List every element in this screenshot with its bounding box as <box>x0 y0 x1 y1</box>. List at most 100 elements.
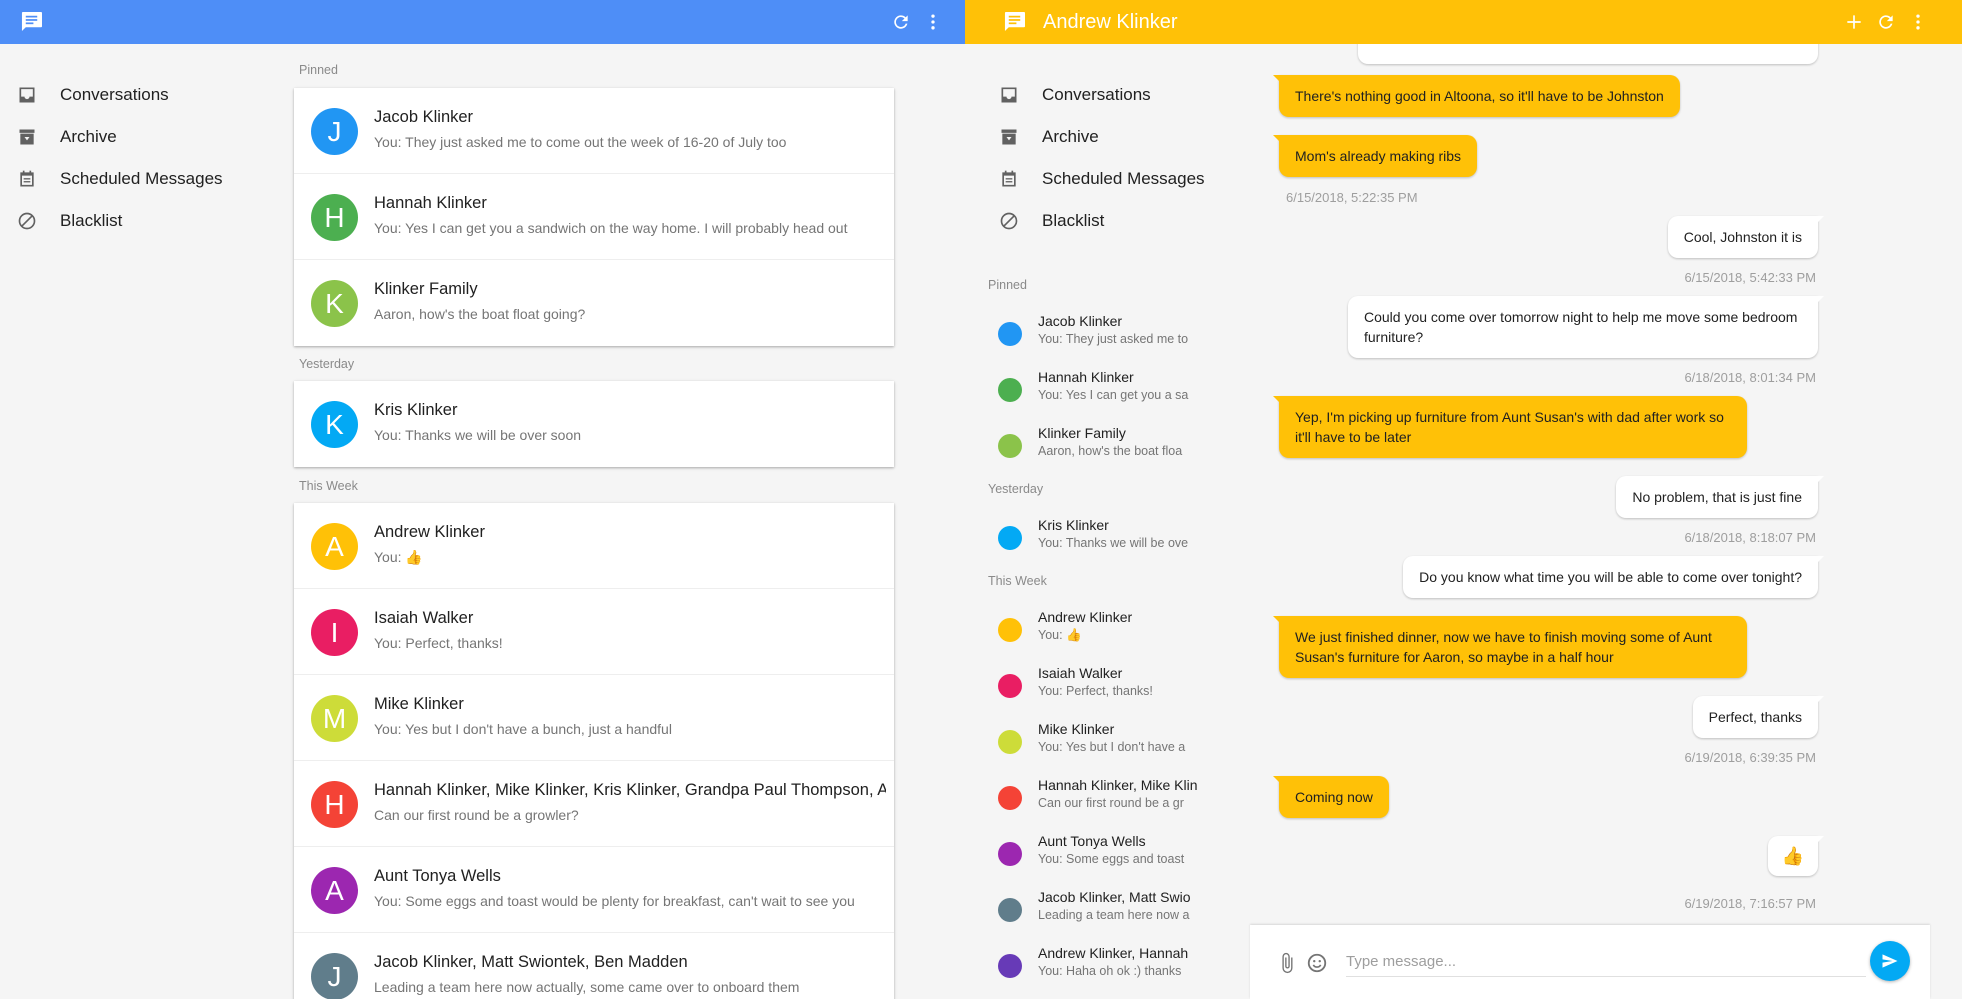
conversation-snippet: Leading a team here now actually, some c… <box>374 979 800 995</box>
conversation-name: Klinker Family <box>374 280 478 298</box>
message-outgoing: 👍 <box>1767 836 1825 876</box>
conversation-list-window: Conversations Archive Scheduled Messages… <box>0 0 965 999</box>
avatar <box>998 674 1022 698</box>
conversation-snippet: You: 👍 <box>374 549 423 565</box>
section-header-this-week: This Week <box>299 479 358 493</box>
section-header-this-week: This Week <box>988 574 1047 588</box>
right-toolbar: Andrew Klinker <box>965 0 1962 44</box>
conversation-snippet: Aaron, how's the boat float going? <box>374 306 586 322</box>
message-outgoing: Could you come over tomorrow night to he… <box>1348 296 1824 358</box>
nav-item-conversations[interactable]: Conversations <box>982 79 1252 111</box>
conversation-snippet: You: Thanks we will be ove <box>1038 536 1189 550</box>
nav-item-scheduled-messages[interactable]: Scheduled Messages <box>0 163 270 195</box>
emoji-icon[interactable] <box>1304 950 1330 976</box>
message-incoming: Coming now <box>1273 776 1389 818</box>
conversation-item[interactable]: Jacob Klinker, Matt Swio Leading a team … <box>998 887 1191 927</box>
nav-item-scheduled-messages[interactable]: Scheduled Messages <box>982 163 1252 195</box>
message-outgoing: Perfect, thanks <box>1692 696 1825 738</box>
inbox-icon <box>998 84 1020 106</box>
avatar: A <box>311 523 358 570</box>
conversation-name: Andrew Klinker, Hannah <box>1038 945 1189 961</box>
message-timestamp: 6/18/2018, 8:18:07 PM <box>1684 530 1816 545</box>
conversation-item[interactable]: Andrew Klinker You: 👍 <box>998 607 1173 647</box>
nav-label: Conversations <box>60 85 169 104</box>
nav-label: Conversations <box>1042 85 1151 104</box>
conversation-snippet: You: Some eggs and toast would be plenty… <box>374 893 855 909</box>
conversation-name: Jacob Klinker, Matt Swio <box>1038 889 1191 905</box>
conversation-item[interactable]: Kris Klinker You: Thanks we will be ove <box>998 515 1188 555</box>
conversation-name: Isaiah Walker <box>1038 665 1123 681</box>
conversation-item[interactable]: Aunt Tonya Wells You: Some eggs and toas… <box>998 831 1184 871</box>
nav-item-archive[interactable]: Archive <box>0 121 270 153</box>
send-button[interactable] <box>1870 941 1910 981</box>
attach-icon[interactable] <box>1274 950 1300 976</box>
conversation-item[interactable]: H Hannah Klinker, Mike Klinker, Kris Kli… <box>294 761 894 847</box>
conversation-snippet: Can our first round be a gr <box>1038 796 1184 810</box>
conversation-snippet: You: Yes but I don't have a <box>1038 740 1186 754</box>
conversation-snippet: You: They just asked me to <box>1038 332 1189 346</box>
conversation-name: Jacob Klinker <box>1038 313 1123 329</box>
refresh-icon[interactable] <box>889 10 913 34</box>
nav-item-blacklist[interactable]: Blacklist <box>982 205 1252 237</box>
nav-item-archive[interactable]: Archive <box>982 121 1252 153</box>
conversation-item[interactable]: M Mike Klinker You: Yes but I don't have… <box>294 675 894 761</box>
message-input[interactable] <box>1346 947 1866 977</box>
nav-label: Blacklist <box>1042 211 1105 230</box>
conversation-snippet: You: Perfect, thanks! <box>1038 684 1153 698</box>
more-vert-icon[interactable] <box>1906 10 1930 34</box>
conversation-snippet: Aaron, how's the boat floa <box>1038 444 1183 458</box>
pinned-conversations: J Jacob Klinker You: They just asked me … <box>294 88 894 346</box>
conversation-item[interactable]: H Hannah Klinker You: Yes I can get you … <box>294 174 894 260</box>
avatar <box>998 898 1022 922</box>
conversation-name: Kris Klinker <box>374 401 458 419</box>
message-composer <box>1250 925 1930 999</box>
nav-item-conversations[interactable]: Conversations <box>0 79 270 111</box>
conversation-item[interactable]: Jacob Klinker You: They just asked me to <box>998 311 1188 351</box>
message-incoming: Mom's already making ribs <box>1272 135 1478 177</box>
add-icon[interactable] <box>1842 10 1866 34</box>
conversation-item[interactable]: Isaiah Walker You: Perfect, thanks! <box>998 663 1173 703</box>
conversation-item[interactable]: J Jacob Klinker You: They just asked me … <box>294 88 894 174</box>
conversation-item[interactable]: Andrew Klinker, Hannah You: Haha oh ok :… <box>998 943 1188 983</box>
message-thread: There's nothing good in Altoona, so it'l… <box>1270 44 1832 924</box>
conversation-item[interactable]: J Jacob Klinker, Matt Swiontek, Ben Madd… <box>294 933 894 999</box>
conversation-name: Mike Klinker <box>374 695 464 713</box>
nav-item-blacklist[interactable]: Blacklist <box>0 205 270 237</box>
avatar: K <box>311 401 358 448</box>
conversation-title: Andrew Klinker <box>1043 11 1178 33</box>
avatar <box>998 786 1022 810</box>
conversation-name: Klinker Family <box>1038 425 1126 441</box>
conversation-item[interactable]: Hannah Klinker You: Yes I can get you a … <box>998 367 1188 407</box>
conversation-item[interactable]: A Aunt Tonya Wells You: Some eggs and to… <box>294 847 894 933</box>
conversation-item[interactable]: K Kris Klinker You: Thanks we will be ov… <box>294 381 894 467</box>
more-vert-icon[interactable] <box>921 10 945 34</box>
message-outgoing: Cool, Johnston it is <box>1667 216 1825 258</box>
avatar <box>998 618 1022 642</box>
conversation-snippet: You: Yes I can get you a sandwich on the… <box>374 220 848 236</box>
message-bubble-partial <box>1358 44 1818 64</box>
avatar <box>998 434 1022 458</box>
avatar: K <box>311 280 358 327</box>
message-incoming: There's nothing good in Altoona, so it'l… <box>1273 75 1680 117</box>
this-week-conversations: A Andrew Klinker You: 👍 I Isaiah Walker … <box>294 503 894 999</box>
inbox-icon <box>16 84 38 106</box>
conversation-item[interactable]: A Andrew Klinker You: 👍 <box>294 503 894 589</box>
conversation-item[interactable]: Mike Klinker You: Yes but I don't have a <box>998 719 1185 759</box>
message-timestamp: 6/15/2018, 5:42:33 PM <box>1684 270 1816 285</box>
conversation-item[interactable]: Klinker Family Aaron, how's the boat flo… <box>998 423 1182 463</box>
conversation-item[interactable]: K Klinker Family Aaron, how's the boat f… <box>294 260 894 346</box>
conversation-snippet: Can our first round be a growler? <box>374 807 579 823</box>
left-toolbar <box>0 0 965 44</box>
conversation-name: Mike Klinker <box>1038 721 1115 737</box>
conversation-name: Jacob Klinker, Matt Swiontek, Ben Madden <box>374 953 688 971</box>
conversation-name: Hannah Klinker <box>374 194 487 212</box>
conversation-item[interactable]: I Isaiah Walker You: Perfect, thanks! <box>294 589 894 675</box>
nav-label: Archive <box>60 127 117 146</box>
message-outgoing: No problem, that is just fine <box>1616 476 1824 518</box>
message-icon <box>21 11 42 32</box>
nav-label: Scheduled Messages <box>1042 169 1205 188</box>
archive-icon <box>998 126 1020 148</box>
section-header-yesterday: Yesterday <box>299 357 355 371</box>
conversation-item[interactable]: Hannah Klinker, Mike Klin Can our first … <box>998 775 1198 815</box>
refresh-icon[interactable] <box>1874 10 1898 34</box>
